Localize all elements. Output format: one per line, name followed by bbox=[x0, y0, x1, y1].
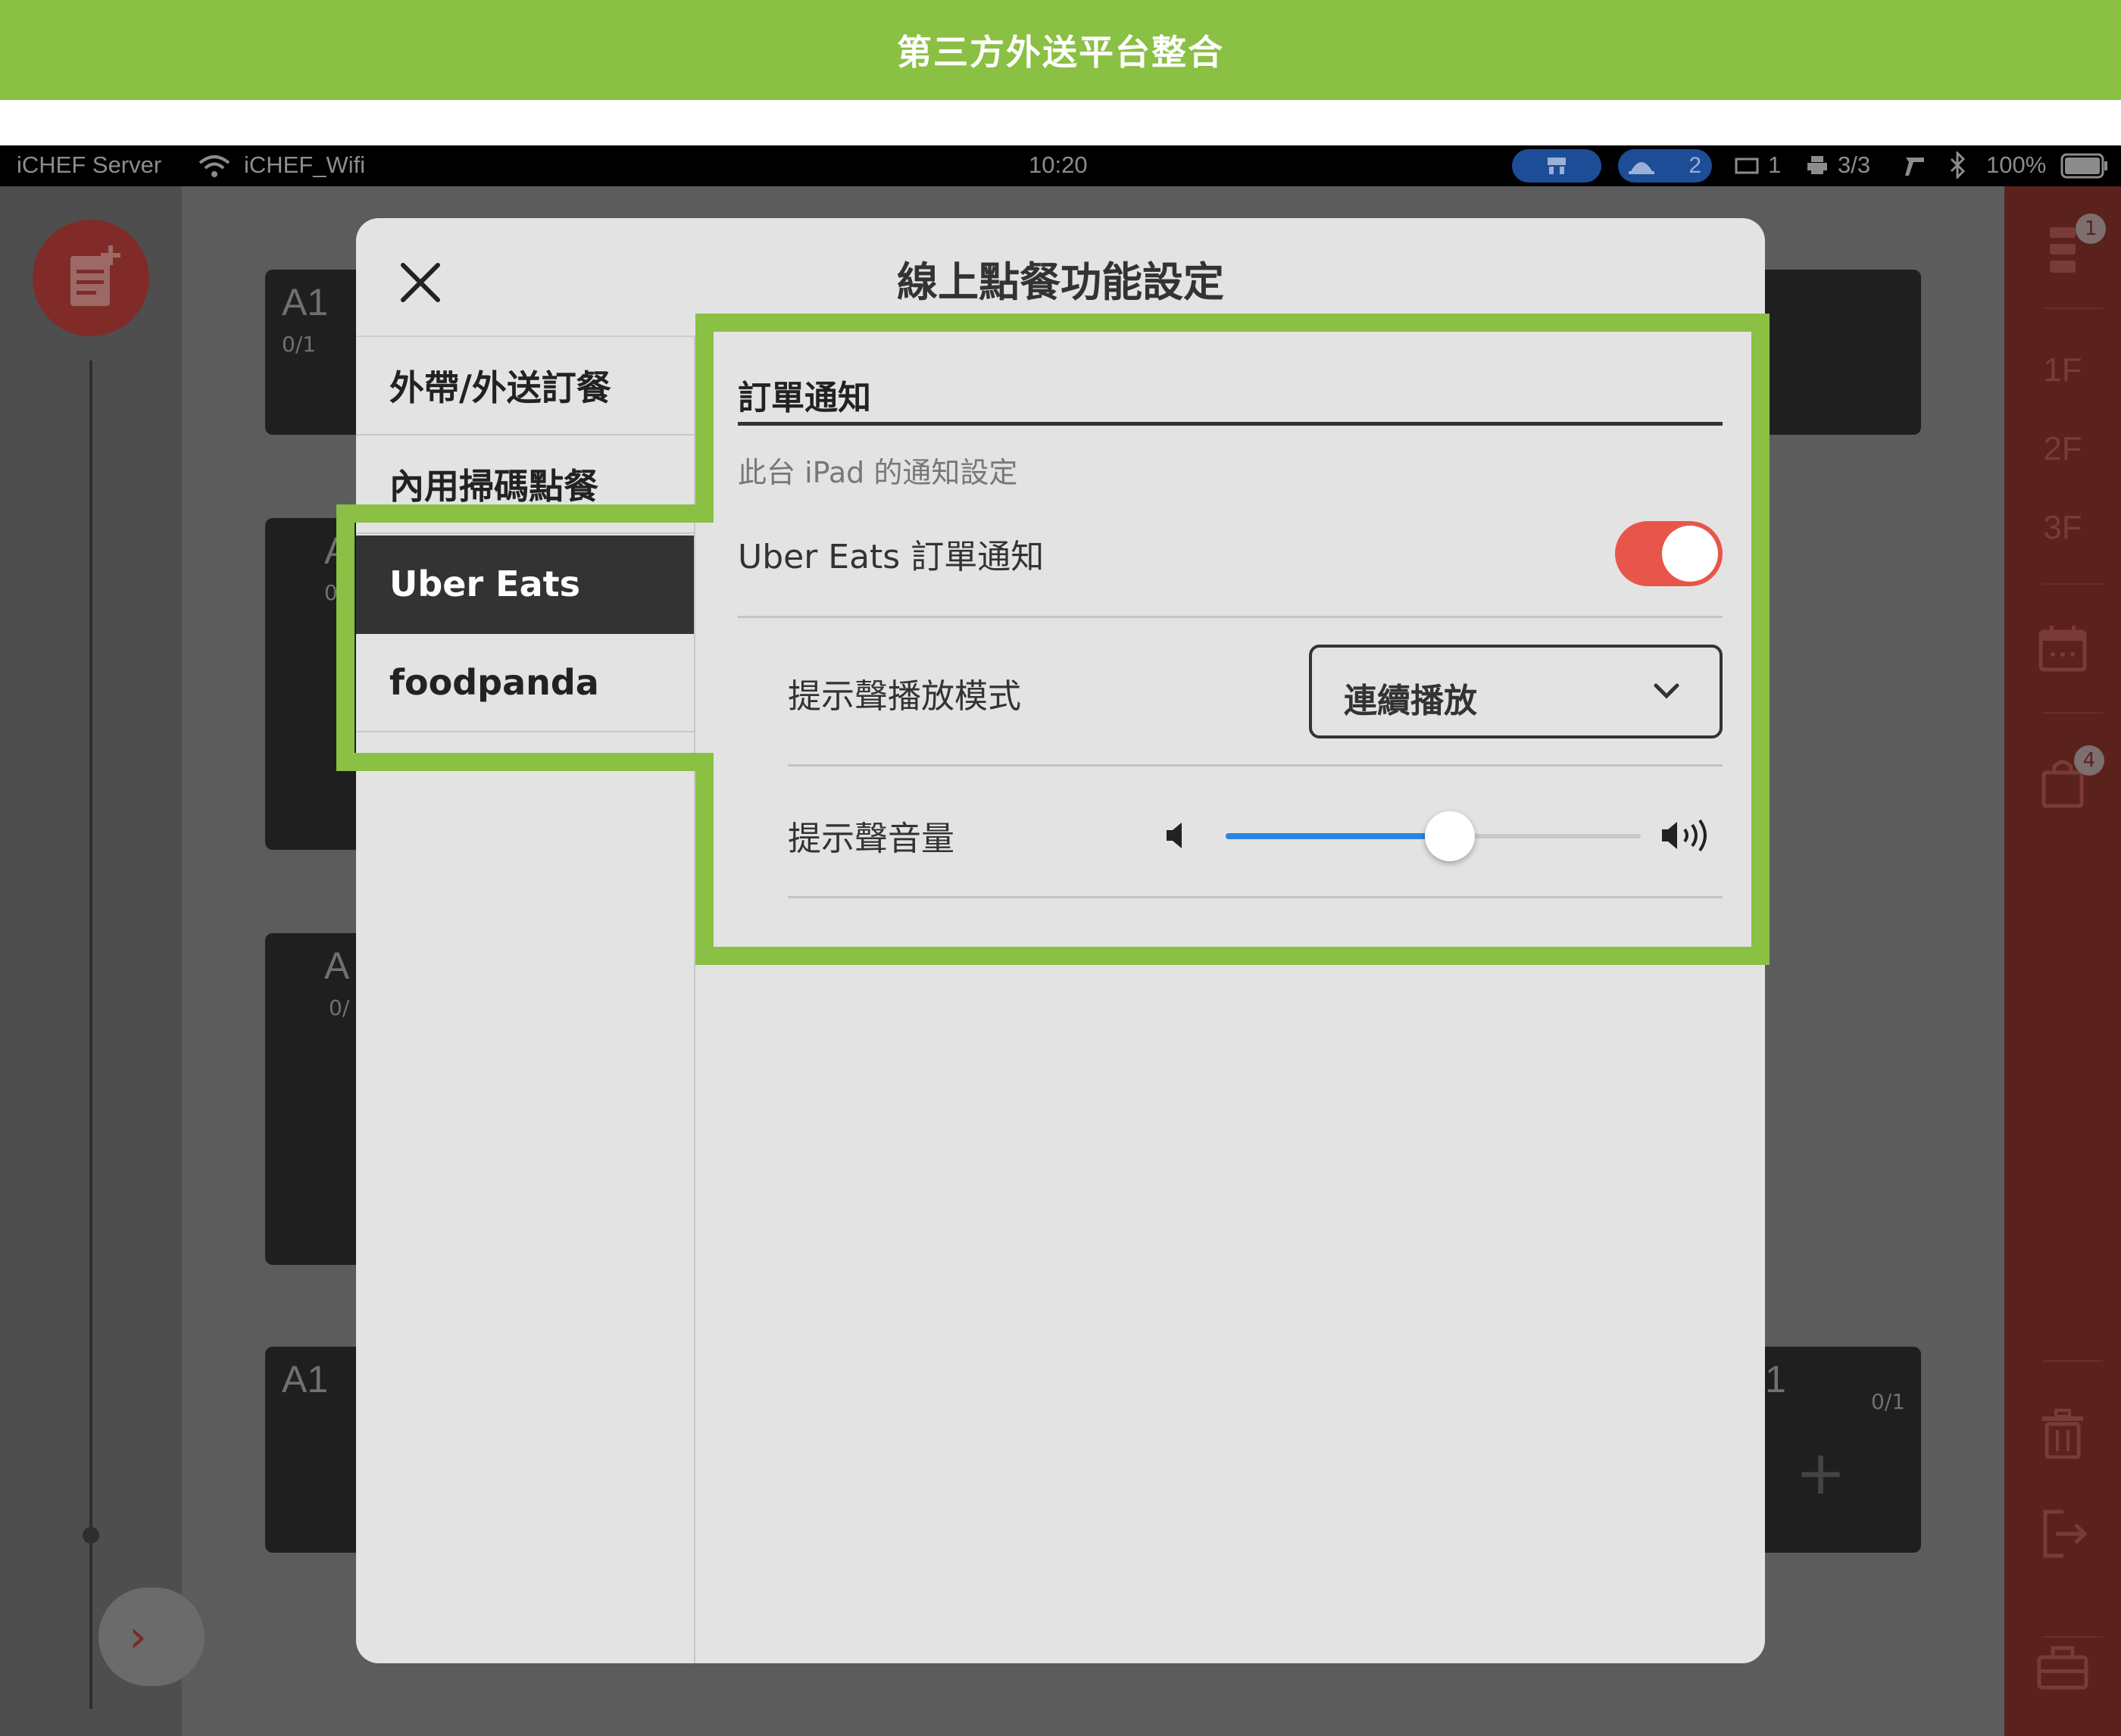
printer-count: 3/3 bbox=[1838, 151, 1871, 178]
modal-title: 線上點餐功能設定 bbox=[897, 258, 1224, 306]
section-subtitle: 此台 iPad 的通知設定 bbox=[738, 456, 1018, 489]
row-divider bbox=[788, 896, 1723, 898]
takeout-badge: 4 bbox=[2074, 745, 2104, 776]
volume-high-icon bbox=[1662, 819, 1707, 852]
sound-mode-label: 提示聲播放模式 bbox=[788, 677, 1021, 716]
timeline-handle[interactable] bbox=[83, 1527, 99, 1544]
drawer-count: 1 bbox=[1768, 151, 1782, 178]
trash-icon[interactable] bbox=[2041, 1409, 2085, 1459]
sound-mode-value: 連續播放 bbox=[1344, 682, 1477, 720]
row-divider bbox=[738, 616, 1723, 618]
toolbox-icon[interactable] bbox=[2036, 1645, 2089, 1691]
scanner-icon bbox=[1905, 158, 1924, 176]
service-bell-icon bbox=[1629, 162, 1654, 174]
volume-label: 提示聲音量 bbox=[788, 820, 954, 858]
highlight-outline bbox=[695, 314, 714, 521]
rail-divider bbox=[2042, 583, 2103, 585]
sound-mode-select[interactable]: 連續播放 bbox=[1309, 645, 1723, 738]
table-seat-count: 0/1 bbox=[1871, 1389, 1906, 1414]
uber-eats-notify-toggle[interactable] bbox=[1615, 521, 1723, 586]
table-name: A1 bbox=[282, 281, 329, 323]
cash-drawer-icon bbox=[1735, 158, 1759, 174]
expand-panel-button[interactable]: › bbox=[98, 1588, 205, 1686]
new-order-button[interactable] bbox=[33, 220, 149, 336]
wifi-icon bbox=[198, 155, 230, 177]
sidebar-item-foodpanda[interactable]: foodpanda bbox=[356, 634, 694, 732]
toggle-knob bbox=[1662, 526, 1718, 582]
floor-2f-tab[interactable]: 2F bbox=[2004, 430, 2121, 468]
sidebar-item-uber-eats[interactable]: Uber Eats bbox=[356, 535, 694, 634]
table-seat-count: 0/1 bbox=[282, 332, 317, 357]
tutorial-banner: 第三方外送平台整合 bbox=[0, 0, 2121, 100]
printer-icon bbox=[1807, 156, 1827, 174]
volume-slider-thumb[interactable] bbox=[1424, 811, 1475, 861]
volume-low-icon bbox=[1167, 823, 1182, 848]
highlight-outline bbox=[695, 314, 1770, 332]
battery-percent: 100% bbox=[1986, 151, 2047, 178]
table-name: A1 bbox=[282, 1358, 329, 1400]
sidebar-item-takeout-delivery[interactable]: 外帶/外送訂餐 bbox=[356, 337, 694, 436]
logout-icon[interactable] bbox=[2041, 1509, 2088, 1559]
floor-1f-tab[interactable]: 1F bbox=[2004, 351, 2121, 389]
kiosk-icon bbox=[1548, 158, 1566, 174]
chevron-right-icon: › bbox=[129, 1610, 147, 1663]
right-rail: 1 1F 2F 3F 4 bbox=[2004, 186, 2121, 1736]
rail-divider bbox=[2042, 712, 2103, 713]
highlight-outline bbox=[1751, 314, 1770, 965]
table-seat-count: 0/ bbox=[329, 995, 350, 1020]
rail-divider bbox=[2042, 1636, 2103, 1638]
status-wifi-name: iCHEF_Wifi bbox=[244, 151, 366, 178]
section-title-underline bbox=[738, 422, 1723, 426]
bell-status-pill[interactable]: 2 bbox=[1618, 149, 1712, 183]
left-pane bbox=[0, 186, 182, 1736]
volume-slider[interactable] bbox=[1226, 798, 1641, 873]
order-queue-badge: 1 bbox=[2076, 214, 2106, 244]
rail-divider bbox=[2042, 1360, 2103, 1362]
calendar-icon[interactable] bbox=[2038, 624, 2088, 673]
rail-divider bbox=[2042, 308, 2103, 309]
new-order-icon bbox=[70, 245, 120, 306]
status-server: iCHEF Server bbox=[17, 151, 162, 178]
highlight-outline bbox=[695, 754, 714, 965]
status-bar: iCHEF Server iCHEF_Wifi 10:20 2 1 3/3 10… bbox=[0, 145, 2121, 186]
volume-slider-fill bbox=[1226, 833, 1450, 839]
online-ordering-settings-modal: 線上點餐功能設定 外帶/外送訂餐 內用掃碼點餐 Uber Eats foodpa… bbox=[356, 218, 1765, 1663]
floor-3f-tab[interactable]: 3F bbox=[2004, 509, 2121, 547]
status-time: 10:20 bbox=[1029, 151, 1088, 178]
highlight-outline bbox=[336, 753, 714, 771]
highlight-outline bbox=[336, 504, 714, 523]
uber-eats-notify-label: Uber Eats 訂單通知 bbox=[738, 538, 1045, 576]
battery-icon bbox=[2060, 153, 2107, 179]
order-queue-icon[interactable] bbox=[2047, 226, 2079, 276]
bluetooth-icon bbox=[1950, 151, 1966, 179]
settings-sidebar: 外帶/外送訂餐 內用掃碼點餐 Uber Eats foodpanda bbox=[356, 336, 695, 1663]
section-title: 訂單通知 bbox=[738, 379, 871, 417]
add-order-plus-icon: + bbox=[1795, 1438, 1847, 1508]
table-name: 1 bbox=[1765, 1358, 1786, 1400]
timeline-track bbox=[89, 361, 92, 1709]
kiosk-status-pill[interactable] bbox=[1512, 149, 1601, 183]
table-name: A bbox=[324, 944, 350, 987]
highlight-outline bbox=[336, 504, 355, 771]
highlight-outline bbox=[695, 947, 1770, 965]
bell-count: 2 bbox=[1688, 153, 1701, 178]
row-divider bbox=[788, 764, 1723, 767]
chevron-down-icon bbox=[1654, 683, 1679, 699]
